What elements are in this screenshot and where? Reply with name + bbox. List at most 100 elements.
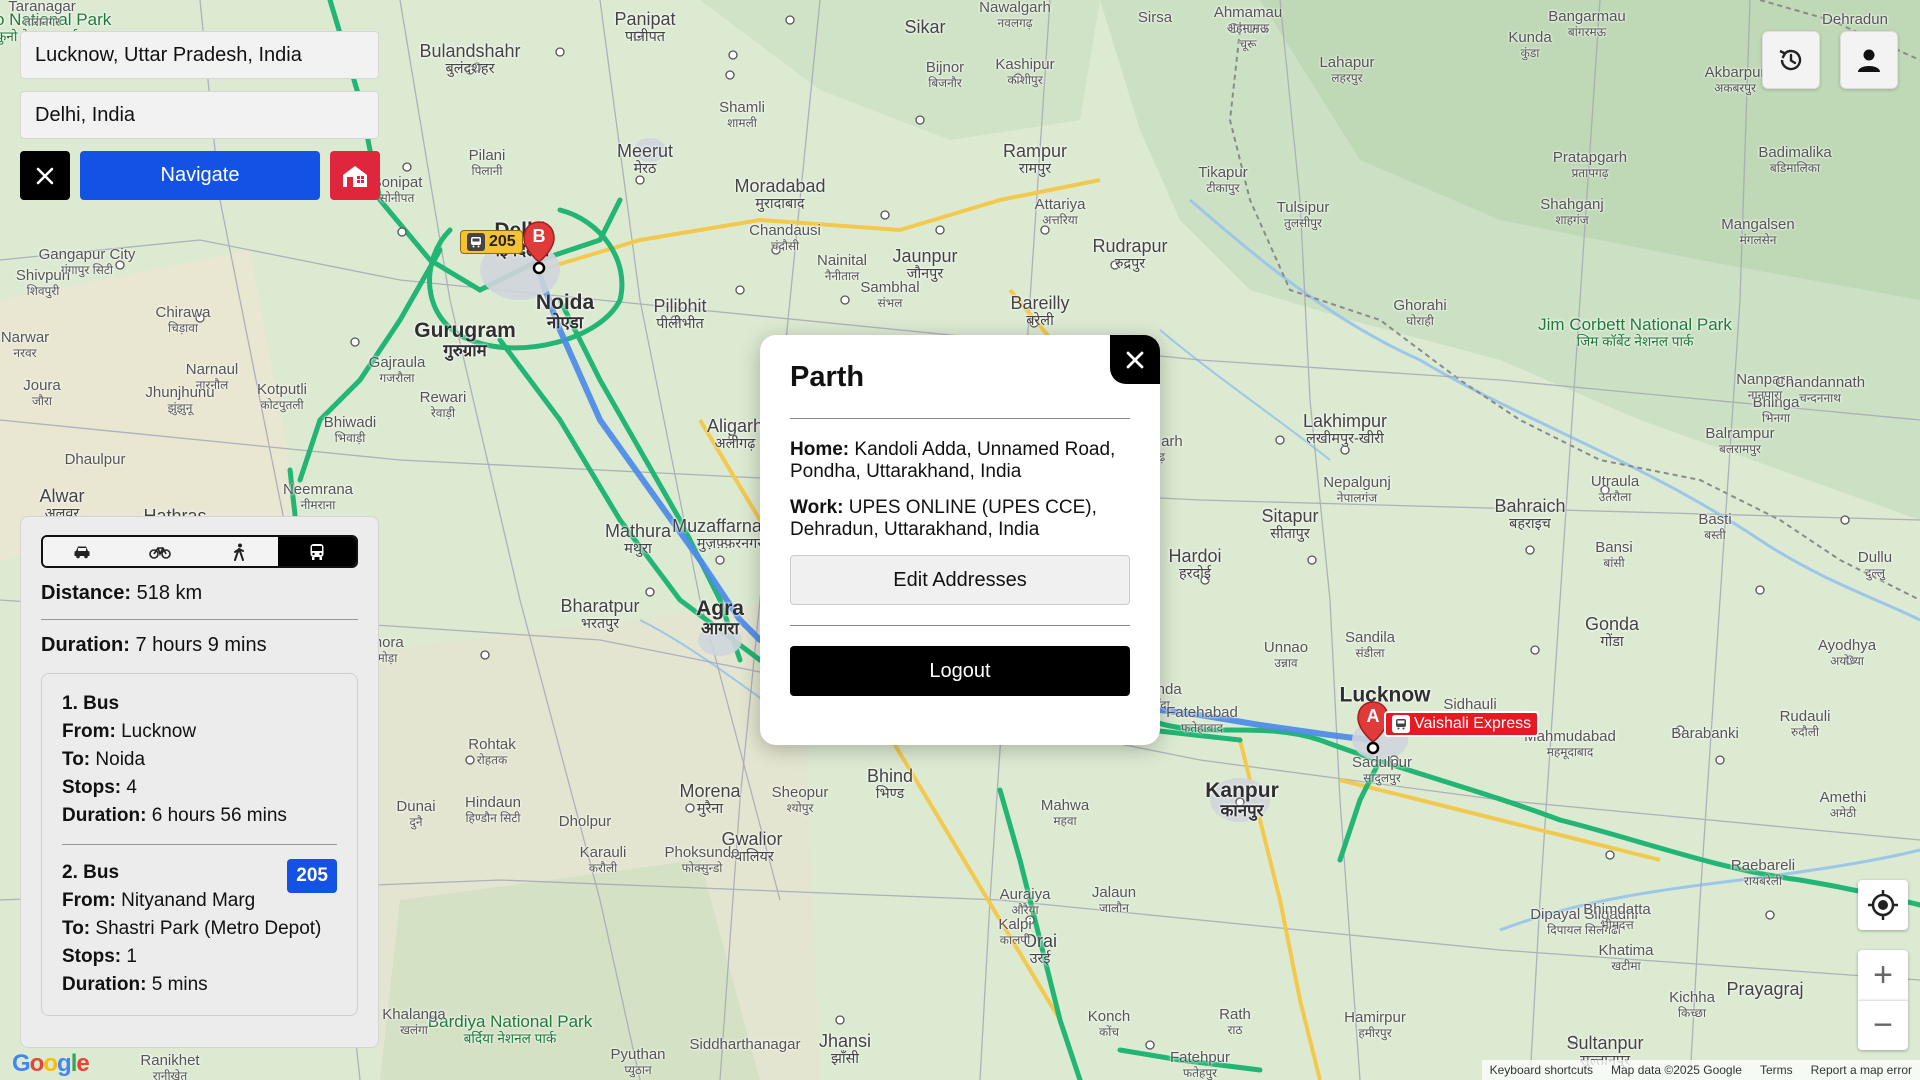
map-place-name: Basti — [1698, 511, 1732, 529]
map-place-label: Kalpi कालपी — [998, 916, 1031, 947]
map-place-name: Bulandshahr — [419, 41, 521, 62]
map-place-name-local: श्योपुर — [786, 800, 814, 815]
map-place-name: Bangarmau — [1548, 8, 1626, 26]
step-duration-label: Duration: — [62, 805, 147, 826]
step-stops-label: Stops: — [62, 946, 122, 967]
mode-car-tab[interactable] — [43, 537, 122, 566]
duration-row: Duration: 7 hours 9 mins — [41, 634, 358, 657]
map-place-label: Chandausi चंदौसी — [749, 222, 821, 253]
profile-button[interactable] — [1840, 31, 1898, 89]
clear-route-button[interactable] — [20, 151, 70, 200]
step-stops-label: Stops: — [62, 777, 122, 798]
map-place-name-local: रुदौली — [1791, 724, 1819, 739]
map-place-label: Basti बस्ती — [1698, 511, 1732, 542]
map-place-name-local: भिनगा — [1761, 410, 1791, 425]
map-place-name: Konch — [1087, 1008, 1131, 1026]
map-place-label: Mangalsen मंगलसेन — [1721, 216, 1795, 247]
map-place-label: Ranikhet रानीखेत — [140, 1052, 199, 1080]
map-place-name-local: हरदोई — [1179, 565, 1211, 582]
step-to-label: To: — [62, 749, 91, 770]
step-to-value: Shastri Park (Metro Depot) — [95, 918, 322, 939]
step-duration: Duration: 5 mins — [62, 971, 337, 999]
map-place-name: Rath — [1219, 1006, 1251, 1024]
modal-close-button[interactable] — [1110, 335, 1160, 384]
map-place-label: Panipat पानीपत — [614, 9, 675, 46]
destination-input[interactable]: Delhi, India — [20, 91, 379, 139]
map-place-label: Sirsa — [1138, 9, 1172, 27]
route-step[interactable]: 1. Bus From: Lucknow To: Noida Stops: 4 … — [62, 690, 337, 830]
map-place-name-local: संभल — [877, 295, 903, 310]
map-place-name: Rewari — [419, 389, 467, 407]
route-step[interactable]: 2. Bus 205 From: Nityanand Marg To: Shas… — [62, 859, 337, 999]
step-from-value: Nityanand Marg — [121, 890, 256, 911]
map-place-name-local: सीतापुर — [1270, 525, 1310, 542]
logout-button[interactable]: Logout — [790, 646, 1130, 696]
history-button[interactable] — [1762, 31, 1820, 89]
marker-b-pin[interactable]: B — [522, 220, 556, 280]
home-work-button[interactable] — [330, 151, 380, 200]
navigate-button[interactable]: Navigate — [80, 151, 320, 200]
map-place-name: Jaunpur — [892, 246, 958, 267]
map-place-name: Jhansi — [818, 1031, 872, 1052]
map-place-name-local: उतरौला — [1598, 489, 1632, 504]
map-place-label: Tulsipur तुलसीपुर — [1277, 199, 1330, 230]
origin-input[interactable]: Lucknow, Uttar Pradesh, India — [20, 31, 379, 79]
map-place-label: Dehradun — [1822, 11, 1888, 29]
map-place-name: Ghorahi — [1393, 297, 1447, 315]
map-place-name: Bhimdatta — [1583, 901, 1651, 919]
map-place-name: Sandila — [1344, 629, 1396, 647]
mode-walk-tab[interactable] — [199, 537, 278, 566]
step-from-value: Lucknow — [121, 721, 197, 742]
my-location-button[interactable] — [1858, 880, 1908, 930]
map-place-label: Dholpur — [558, 812, 612, 831]
step-from-label: From: — [62, 721, 116, 742]
zoom-in-button[interactable]: + — [1858, 950, 1908, 1000]
edit-addresses-button[interactable]: Edit Addresses — [790, 555, 1130, 605]
map-place-name-local: नवलगढ़ — [997, 15, 1033, 30]
map-place-label: Shahganj शाहगंज — [1540, 196, 1603, 227]
map-place-name: Neemrana — [282, 481, 354, 499]
map-place-label: Chandannath चन्दननाथ — [1775, 374, 1865, 405]
map-place-name-local: कुंडा — [1520, 45, 1540, 60]
map-place-label: Barabanki — [1671, 725, 1739, 743]
map-place-name: Unnao — [1263, 639, 1309, 657]
map-place-label: Bhiwadi भिवाड़ी — [324, 414, 377, 445]
map-place-label: Pyuthan प्युठान — [610, 1046, 665, 1077]
bus-tag-205[interactable]: 205 — [460, 230, 523, 254]
map-place-label: Morena मुरैना — [679, 781, 741, 818]
map-place-name: Gurugram — [414, 319, 516, 343]
map-place-name: Bharatpur — [560, 596, 640, 617]
map-place-name: Ayodhya — [1817, 637, 1877, 655]
keyboard-shortcuts-link[interactable]: Keyboard shortcuts — [1490, 1063, 1593, 1077]
map-place-name: Dholpur — [558, 812, 612, 830]
map-place-name: Morena — [679, 781, 741, 802]
map-place-name: Mangalsen — [1721, 216, 1795, 234]
map-place-name: Tikapur — [1198, 164, 1248, 182]
map-place-name: Kunda — [1508, 29, 1552, 47]
logout-label: Logout — [929, 659, 991, 682]
bus-tag-205-label: 205 — [489, 233, 516, 250]
map-place-label: Unnao उन्नाव — [1263, 639, 1309, 670]
map-place-name-local: तारानगर — [23, 14, 61, 29]
terms-link[interactable]: Terms — [1760, 1063, 1793, 1077]
destination-input-value: Delhi, India — [35, 103, 136, 126]
map-place-name: Kotputli — [256, 381, 308, 399]
map-place-name-local: नोएडा — [546, 313, 584, 333]
map-place-label: Jim Corbett National Park जिम कॉर्बेट नेश… — [1538, 315, 1732, 350]
map-place-name: Sikar — [904, 17, 946, 38]
map-place-label: Lahapur लहरपुर — [1319, 54, 1374, 85]
mode-bicycle-tab[interactable] — [121, 537, 200, 566]
mode-transit-tab[interactable] — [277, 537, 356, 566]
zoom-out-button[interactable]: − — [1858, 1000, 1908, 1050]
report-map-error-link[interactable]: Report a map error — [1811, 1063, 1912, 1077]
map-place-label: Jalaun जालौन — [1092, 884, 1136, 915]
map-place-label: Rewari रेवाड़ी — [419, 389, 467, 420]
map-place-name: Bijnor — [925, 59, 965, 77]
map-place-name: Gonda — [1584, 614, 1640, 635]
map-place-label: Kashipur काशीपुर — [995, 56, 1054, 87]
bus-tag-vaishali-express[interactable]: Vaishali Express — [1384, 711, 1540, 737]
map-place-label: Moradabad मुरादाबाद — [734, 176, 825, 213]
map-place-name-local: टीकापुर — [1206, 180, 1240, 195]
map-place-name: Chandausi — [749, 222, 821, 240]
map-place-label: Bareilly बरेली — [1010, 293, 1069, 330]
